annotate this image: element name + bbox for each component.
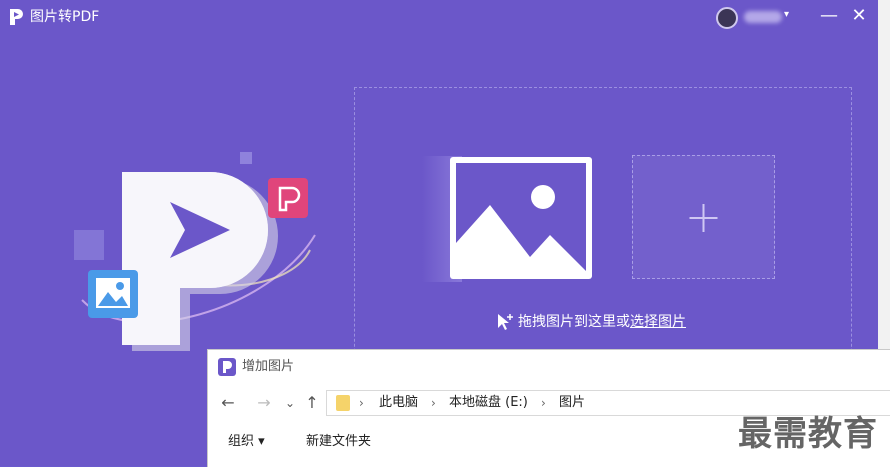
back-arrow-icon[interactable]: ← — [216, 390, 240, 416]
add-image-button[interactable] — [632, 155, 775, 279]
breadcrumb-pictures[interactable]: 图片 — [559, 391, 585, 415]
breadcrumb-local-disk[interactable]: 本地磁盘 (E:) — [449, 391, 528, 415]
app-title: 图片转PDF — [30, 9, 100, 25]
organize-menu[interactable]: 组织 ▾ — [228, 432, 265, 452]
drop-hint: 拖拽图片到这里或选择图片 — [495, 311, 686, 333]
recent-locations-icon[interactable]: ⌄ — [282, 390, 298, 416]
user-menu-caret-icon[interactable]: ▾ — [784, 9, 789, 20]
cursor-add-icon — [498, 314, 513, 330]
app-logo-icon — [10, 9, 23, 25]
pdf-badge-icon — [268, 178, 308, 218]
select-images-link[interactable]: 选择图片 — [630, 314, 686, 330]
user-avatar[interactable] — [716, 7, 738, 29]
dialog-app-icon — [218, 358, 236, 376]
breadcrumb-separator[interactable]: › — [431, 391, 436, 415]
title-bar: 图片转PDF ▾ — ✕ — [0, 0, 878, 34]
deco-square-large — [74, 230, 104, 260]
dialog-title: 增加图片 — [242, 359, 295, 374]
drop-hint-text: 拖拽图片到这里或 — [518, 314, 630, 330]
forward-arrow-icon[interactable]: → — [252, 390, 276, 416]
breadcrumb-this-pc[interactable]: 此电脑 — [379, 391, 418, 415]
username-blurred[interactable] — [744, 11, 782, 23]
breadcrumb-separator[interactable]: › — [541, 391, 546, 415]
breadcrumb-separator[interactable]: › — [359, 391, 364, 415]
hero-illustration — [74, 152, 316, 351]
up-folder-icon[interactable]: ↑ — [302, 390, 322, 416]
new-folder-button[interactable]: 新建文件夹 — [306, 432, 371, 452]
deco-square-small — [240, 152, 252, 164]
minimize-button[interactable]: — — [818, 3, 840, 29]
watermark-text: 最需教育 — [738, 414, 878, 454]
close-button[interactable]: ✕ — [848, 3, 870, 29]
image-placeholder-icon — [450, 157, 592, 279]
folder-icon — [336, 395, 350, 411]
plus-icon — [689, 204, 718, 232]
